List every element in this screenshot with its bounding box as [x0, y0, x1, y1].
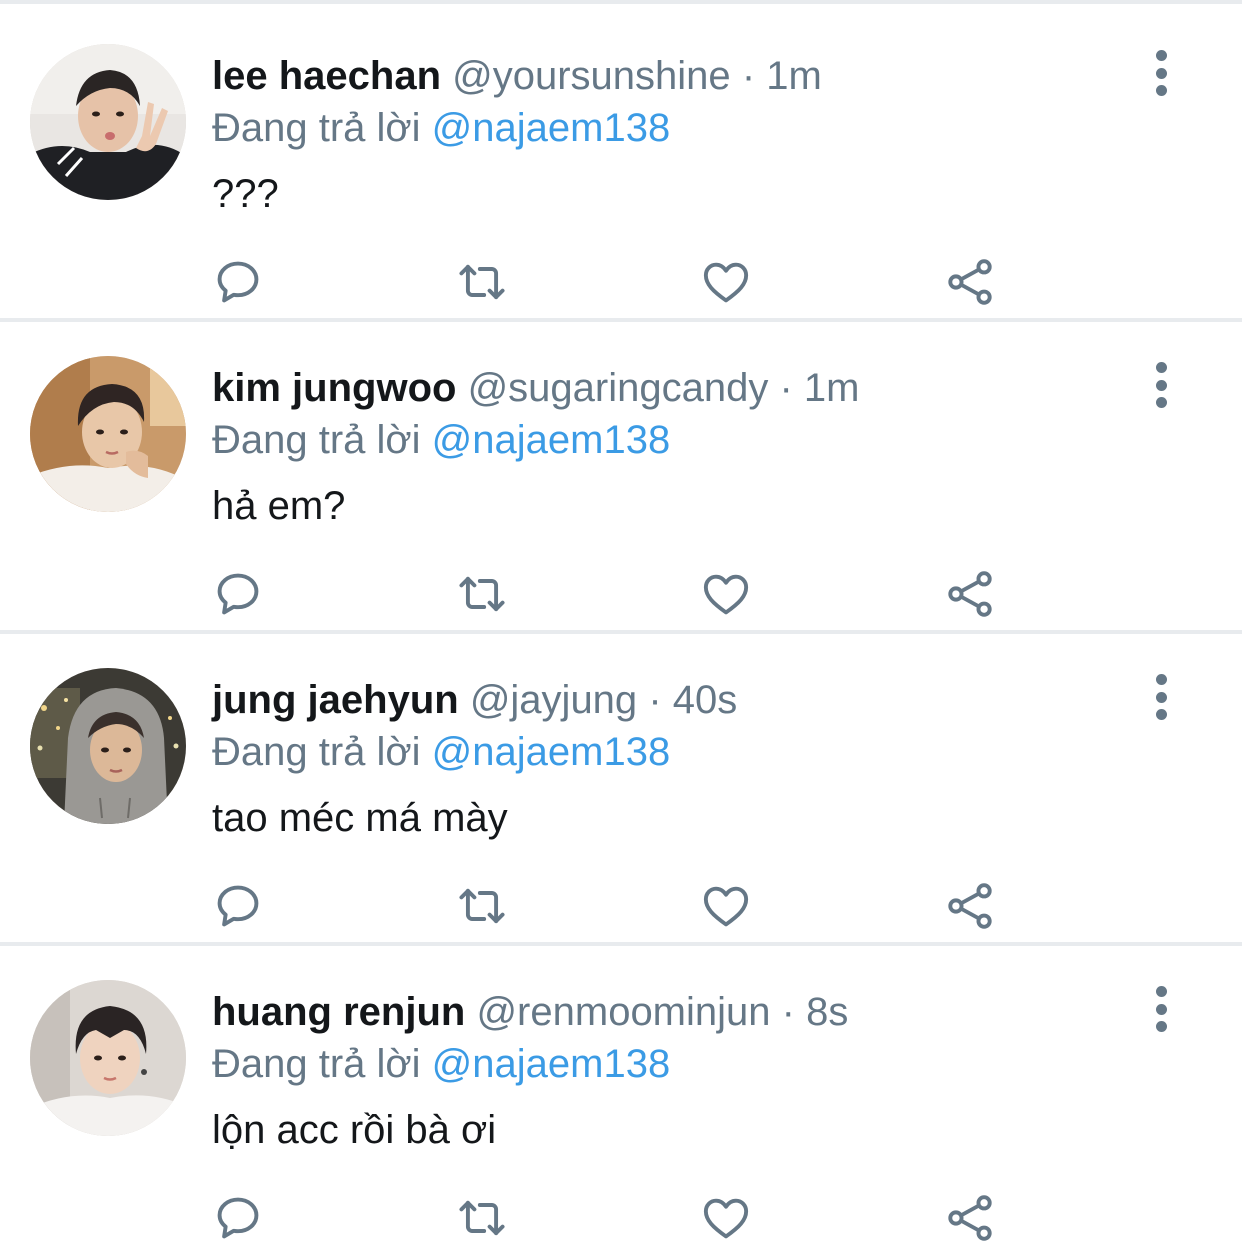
- avatar[interactable]: [30, 356, 186, 512]
- avatar[interactable]: [30, 44, 186, 200]
- replying-to-line: Đang trả lời @najaem138: [212, 100, 670, 156]
- tweet-text: lộn acc rồi bà ơi: [212, 1108, 497, 1152]
- mention-link[interactable]: @najaem138: [432, 418, 671, 462]
- user-handle[interactable]: @renmoominjun: [476, 990, 770, 1034]
- heart-icon[interactable]: [696, 1188, 756, 1248]
- tweet-actions: [0, 1188, 1242, 1248]
- retweet-icon[interactable]: [452, 1188, 512, 1248]
- avatar-photo: [30, 44, 186, 200]
- user-handle[interactable]: @sugaringcandy: [468, 366, 769, 410]
- timestamp[interactable]: 8s: [806, 990, 848, 1034]
- replying-label: Đang trả lời: [212, 418, 421, 462]
- timestamp[interactable]: 1m: [766, 54, 822, 98]
- tweet-item[interactable]: kim jungwoo @sugaringcandy · 1m Đang trả…: [0, 320, 1242, 634]
- separator-dot: ·: [648, 678, 662, 722]
- tweet-text: tao méc má mày: [212, 796, 508, 840]
- reply-icon[interactable]: [208, 1188, 268, 1248]
- share-icon[interactable]: [940, 252, 1000, 312]
- tweet-header: kim jungwoo @sugaringcandy · 1m: [212, 358, 860, 418]
- tweet-header: jung jaehyun @jayjung · 40s: [212, 670, 737, 730]
- display-name[interactable]: lee haechan: [212, 54, 441, 98]
- reply-icon[interactable]: [208, 564, 268, 624]
- retweet-icon[interactable]: [452, 252, 512, 312]
- replying-to-line: Đang trả lời @najaem138: [212, 1036, 670, 1092]
- separator-dot: ·: [741, 54, 756, 98]
- reply-icon[interactable]: [208, 252, 268, 312]
- replying-label: Đang trả lời: [212, 1042, 421, 1086]
- tweet-text: ???: [212, 172, 279, 216]
- heart-icon[interactable]: [696, 564, 756, 624]
- timestamp[interactable]: 1m: [804, 366, 860, 410]
- avatar-photo: [30, 356, 186, 512]
- top-divider: [0, 0, 1242, 4]
- share-icon[interactable]: [940, 1188, 1000, 1248]
- display-name[interactable]: huang renjun: [212, 990, 465, 1034]
- timestamp[interactable]: 40s: [673, 678, 738, 722]
- tweet-header: lee haechan @yoursunshine · 1m: [212, 46, 822, 106]
- tweet-actions: [0, 252, 1242, 312]
- share-icon[interactable]: [940, 876, 1000, 936]
- user-handle[interactable]: @yoursunshine: [452, 54, 731, 98]
- heart-icon[interactable]: [696, 876, 756, 936]
- avatar[interactable]: [30, 980, 186, 1136]
- tweet-item[interactable]: huang renjun @renmoominjun · 8s Đang trả…: [0, 944, 1242, 1254]
- avatar-photo: [30, 668, 186, 824]
- heart-icon[interactable]: [696, 252, 756, 312]
- display-name[interactable]: kim jungwoo: [212, 366, 456, 410]
- more-vertical-icon[interactable]: [1140, 50, 1182, 96]
- replying-label: Đang trả lời: [212, 106, 421, 150]
- more-vertical-icon[interactable]: [1140, 362, 1182, 408]
- mention-link[interactable]: @najaem138: [432, 730, 671, 774]
- tweet-item[interactable]: lee haechan @yoursunshine · 1m Đang trả …: [0, 8, 1242, 322]
- mention-link[interactable]: @najaem138: [432, 1042, 671, 1086]
- tweet-header: huang renjun @renmoominjun · 8s: [212, 982, 848, 1042]
- tweet-actions: [0, 564, 1242, 624]
- mention-link[interactable]: @najaem138: [432, 106, 671, 150]
- avatar[interactable]: [30, 668, 186, 824]
- display-name[interactable]: jung jaehyun: [212, 678, 459, 722]
- retweet-icon[interactable]: [452, 876, 512, 936]
- share-icon[interactable]: [940, 564, 1000, 624]
- avatar-photo: [30, 980, 186, 1136]
- more-vertical-icon[interactable]: [1140, 674, 1182, 720]
- replying-to-line: Đang trả lời @najaem138: [212, 724, 670, 780]
- tweet-item[interactable]: jung jaehyun @jayjung · 40s Đang trả lời…: [0, 632, 1242, 946]
- replying-label: Đang trả lời: [212, 730, 421, 774]
- reply-icon[interactable]: [208, 876, 268, 936]
- tweet-text: hả em?: [212, 484, 346, 528]
- separator-dot: ·: [779, 366, 793, 410]
- retweet-icon[interactable]: [452, 564, 512, 624]
- user-handle[interactable]: @jayjung: [470, 678, 637, 722]
- more-vertical-icon[interactable]: [1140, 986, 1182, 1032]
- separator-dot: ·: [781, 990, 795, 1034]
- tweet-actions: [0, 876, 1242, 936]
- replying-to-line: Đang trả lời @najaem138: [212, 412, 670, 468]
